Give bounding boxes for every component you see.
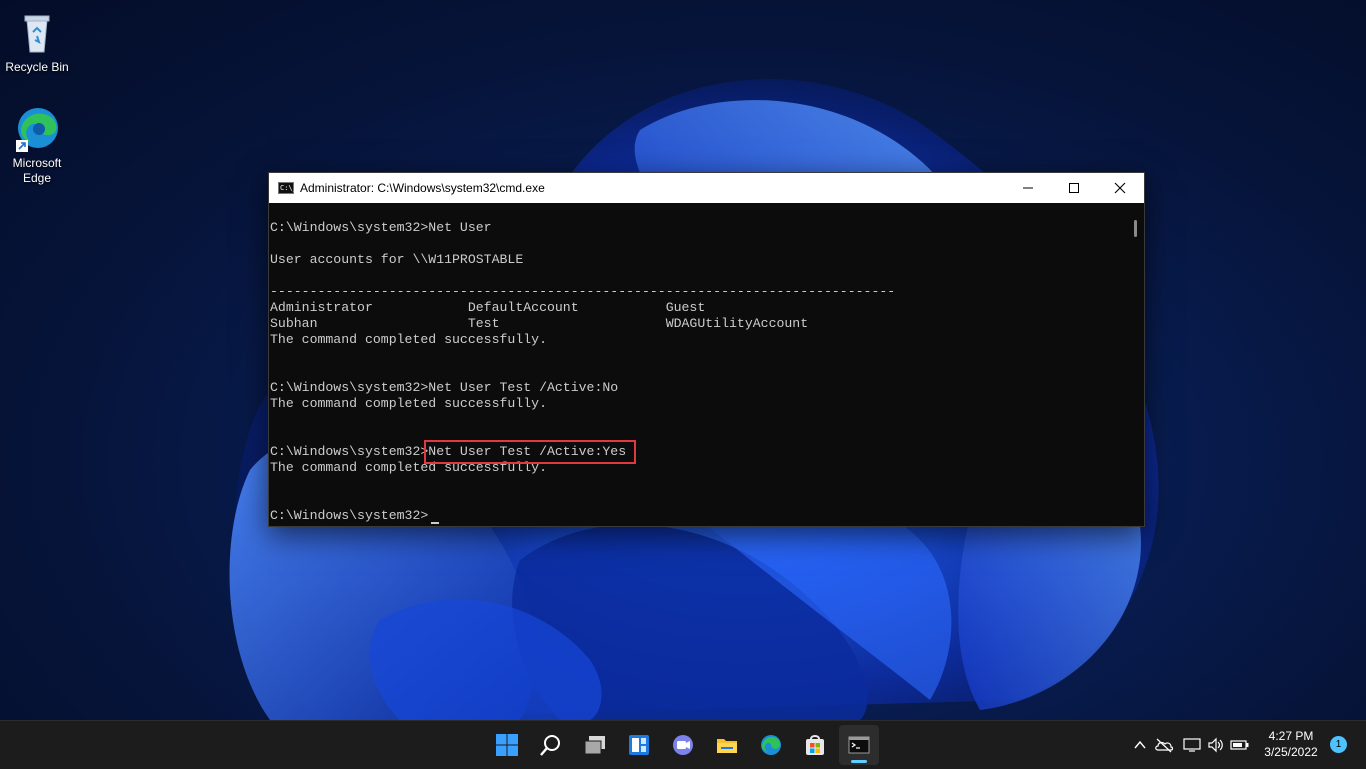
file-explorer-icon	[717, 739, 737, 753]
widgets-icon	[629, 735, 649, 755]
file-explorer-button[interactable]	[707, 725, 747, 765]
minimize-button[interactable]	[1005, 173, 1051, 203]
search-icon	[540, 735, 560, 756]
edge-taskbar-button[interactable]	[751, 725, 791, 765]
store-button[interactable]	[795, 725, 835, 765]
desktop-icon-label: Recycle Bin	[5, 60, 69, 74]
console-line: ----------------------------------------…	[270, 284, 896, 299]
console-line: Subhan Test WDAGUtilityAccount	[270, 316, 809, 331]
clock-date: 3/25/2022	[1264, 745, 1318, 759]
desktop-icon-microsoft-edge[interactable]: Microsoft Edge	[0, 104, 74, 186]
taskbar: 4:27 PM 3/25/2022	[0, 720, 1366, 769]
terminal-icon	[848, 736, 870, 754]
console-line: User accounts for \\W11PROSTABLE	[270, 252, 524, 267]
edge-icon	[761, 735, 781, 755]
console-line: The command completed successfully.	[270, 332, 547, 347]
console-line: Administrator DefaultAccount Guest	[270, 300, 706, 315]
task-view-button[interactable]	[575, 725, 615, 765]
cmd-app-icon: C:\_	[278, 182, 297, 194]
show-hidden-icons-button[interactable]	[1130, 735, 1150, 755]
window-title: Administrator: C:\Windows\system32\cmd.e…	[300, 181, 545, 195]
console-line: The command completed successfully.	[270, 396, 547, 411]
desktop-icon-label-line2: Edge	[22, 171, 52, 185]
teams-chat-button[interactable]	[663, 725, 703, 765]
search-button[interactable]	[531, 725, 571, 765]
display-tray-button[interactable]	[1182, 735, 1202, 755]
task-view-icon	[584, 736, 605, 755]
console-prompt: C:\Windows\system32>	[270, 508, 429, 523]
desktop-icon-label-line1: Microsoft	[12, 156, 62, 170]
title-bar[interactable]: C:\_ Administrator: C:\Windows\system32\…	[269, 173, 1144, 203]
display-icon	[1183, 738, 1201, 752]
store-icon	[806, 735, 824, 755]
teams-chat-icon	[673, 735, 693, 755]
battery-icon	[1230, 740, 1249, 750]
widgets-button[interactable]	[619, 725, 659, 765]
vertical-scrollbar[interactable]	[1128, 204, 1144, 526]
console-line: C:\Windows\system32>Net User	[270, 220, 492, 235]
highlight-annotation-box	[424, 440, 636, 464]
onedrive-offline-icon	[1155, 738, 1174, 753]
taskbar-clock[interactable]: 4:27 PM 3/25/2022	[1258, 728, 1324, 760]
volume-icon	[1208, 737, 1223, 753]
active-app-indicator	[851, 760, 867, 763]
start-button[interactable]	[487, 725, 527, 765]
close-button[interactable]	[1097, 173, 1143, 203]
chevron-up-icon	[1134, 740, 1146, 749]
terminal-taskbar-button[interactable]	[839, 725, 879, 765]
onedrive-tray-button[interactable]	[1154, 735, 1174, 755]
clock-time: 4:27 PM	[1268, 729, 1314, 743]
close-icon	[1114, 182, 1126, 194]
maximize-icon	[1069, 183, 1079, 193]
console-line: C:\Windows\system32>Net User Test /Activ…	[270, 380, 619, 395]
volume-tray-button[interactable]	[1206, 735, 1226, 755]
desktop-icon-recycle-bin[interactable]: Recycle Bin	[0, 8, 74, 75]
battery-tray-button[interactable]	[1230, 735, 1250, 755]
console-output[interactable]: C:\Windows\system32>Net User User accoun…	[269, 204, 1127, 526]
start-icon	[496, 734, 518, 756]
scrollbar-thumb[interactable]	[1134, 220, 1137, 237]
minimize-icon	[1023, 187, 1033, 189]
maximize-button[interactable]	[1051, 173, 1097, 203]
recycle-bin-icon	[13, 8, 61, 56]
cmd-window[interactable]: C:\_ Administrator: C:\Windows\system32\…	[268, 172, 1145, 527]
notification-badge[interactable]: 1	[1330, 736, 1347, 753]
text-cursor	[431, 522, 439, 524]
edge-icon	[13, 104, 61, 152]
